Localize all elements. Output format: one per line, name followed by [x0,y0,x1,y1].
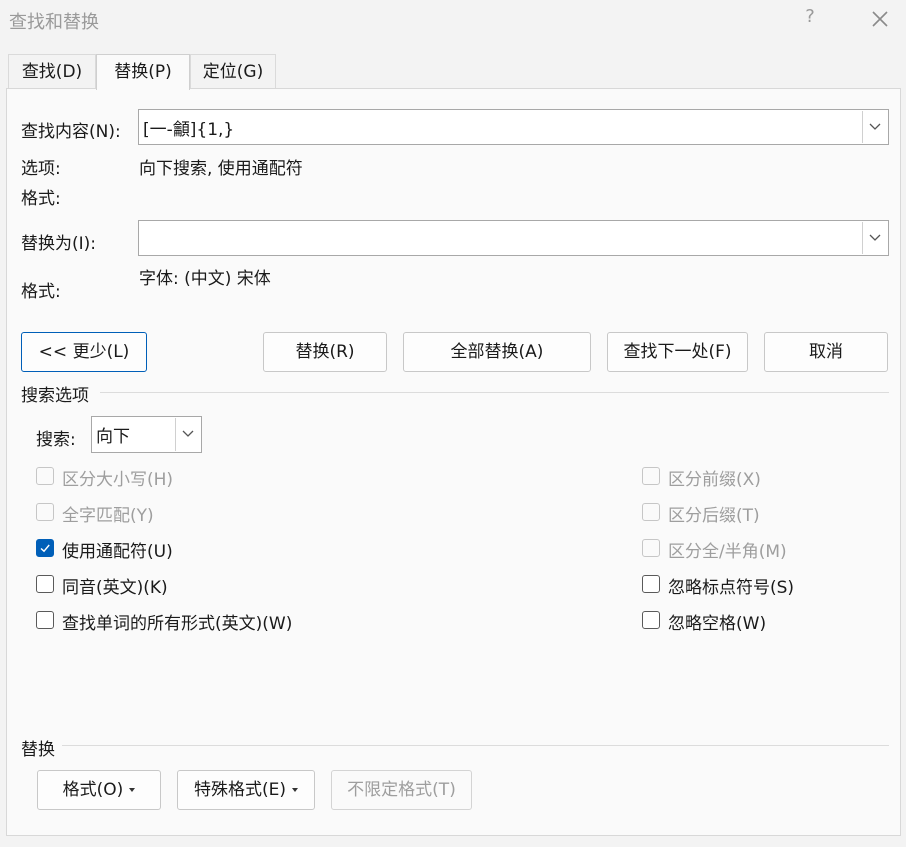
format-menu-button[interactable]: 格式(O) [37,770,161,810]
replace-label: 替换为(I): [21,234,97,254]
sounds-like-label: 同音(英文)(K) [62,578,168,598]
match-case-checkbox[interactable]: 区分大小写(H) [36,466,336,490]
search-direction-select[interactable]: 向下 [91,416,202,453]
check-icon [40,544,50,553]
ignore-whitespace-label: 忽略空格(W) [668,614,767,634]
caret-down-icon [129,788,136,792]
match-width-checkbox[interactable]: 区分全/半角(M) [642,538,872,562]
special-menu-button[interactable]: 特殊格式(E) [177,770,315,810]
match-prefix-label: 区分前缀(X) [668,470,761,490]
close-button[interactable] [866,5,894,33]
find-dropdown-button[interactable] [862,111,887,143]
cancel-button[interactable]: 取消 [764,332,888,372]
search-direction-label: 搜索: [36,430,76,450]
replace-section-divider [62,745,889,746]
search-options-title: 搜索选项 [21,386,89,406]
ignore-whitespace-checkbox[interactable]: 忽略空格(W) [642,610,872,634]
find-label: 查找内容(N): [21,122,121,142]
chevron-down-icon [182,430,194,437]
find-combo[interactable]: [一-龥]{1,} [138,109,889,145]
match-prefix-checkbox[interactable]: 区分前缀(X) [642,466,872,490]
less-button[interactable]: << 更少(L) [21,332,147,372]
wildcards-label: 使用通配符(U) [62,542,173,562]
chevron-down-icon [869,123,881,130]
replace-all-button[interactable]: 全部替换(A) [403,332,591,372]
tab-replace[interactable]: 替换(P) [96,54,190,90]
format-button-label: 格式(O) [62,780,124,800]
help-button[interactable]: ? [800,6,820,32]
tab-find[interactable]: 查找(D) [8,54,96,88]
special-button-label: 特殊格式(E) [193,780,286,800]
chevron-down-icon [869,234,881,241]
whole-word-checkbox[interactable]: 全字匹配(Y) [36,502,336,526]
find-format-label: 格式: [21,189,61,209]
wildcards-checkbox[interactable]: 使用通配符(U) [36,538,336,562]
replace-format-value: 字体: (中文) 宋体 [139,269,271,289]
replace-dropdown-button[interactable] [862,222,887,254]
no-formatting-button[interactable]: 不限定格式(T) [331,770,472,810]
tab-goto[interactable]: 定位(G) [190,54,276,88]
word-forms-label: 查找单词的所有形式(英文)(W) [62,614,293,634]
match-width-label: 区分全/半角(M) [668,542,787,562]
title-bar: 查找和替换 ? [0,0,906,40]
window-title: 查找和替换 [9,12,99,33]
close-icon [872,11,888,27]
search-options-divider [100,392,889,393]
whole-word-label: 全字匹配(Y) [62,506,154,526]
replace-format-label: 格式: [21,282,61,302]
replace-panel [6,88,901,836]
options-label: 选项: [21,159,61,179]
sounds-like-checkbox[interactable]: 同音(英文)(K) [36,574,336,598]
replace-combo[interactable] [138,220,889,256]
find-input[interactable]: [一-龥]{1,} [143,115,234,140]
ignore-punctuation-checkbox[interactable]: 忽略标点符号(S) [642,574,872,598]
word-forms-checkbox[interactable]: 查找单词的所有形式(英文)(W) [36,610,356,634]
match-suffix-label: 区分后缀(T) [668,506,760,526]
search-direction-dropdown-button[interactable] [175,418,200,451]
replace-button[interactable]: 替换(R) [263,332,387,372]
match-case-label: 区分大小写(H) [62,470,174,490]
match-suffix-checkbox[interactable]: 区分后缀(T) [642,502,872,526]
caret-down-icon [292,788,298,792]
ignore-punctuation-label: 忽略标点符号(S) [668,578,795,598]
search-direction-value: 向下 [96,427,130,447]
options-value: 向下搜索, 使用通配符 [139,159,303,179]
find-next-button[interactable]: 查找下一处(F) [607,332,748,372]
replace-section-title: 替换 [21,740,55,760]
